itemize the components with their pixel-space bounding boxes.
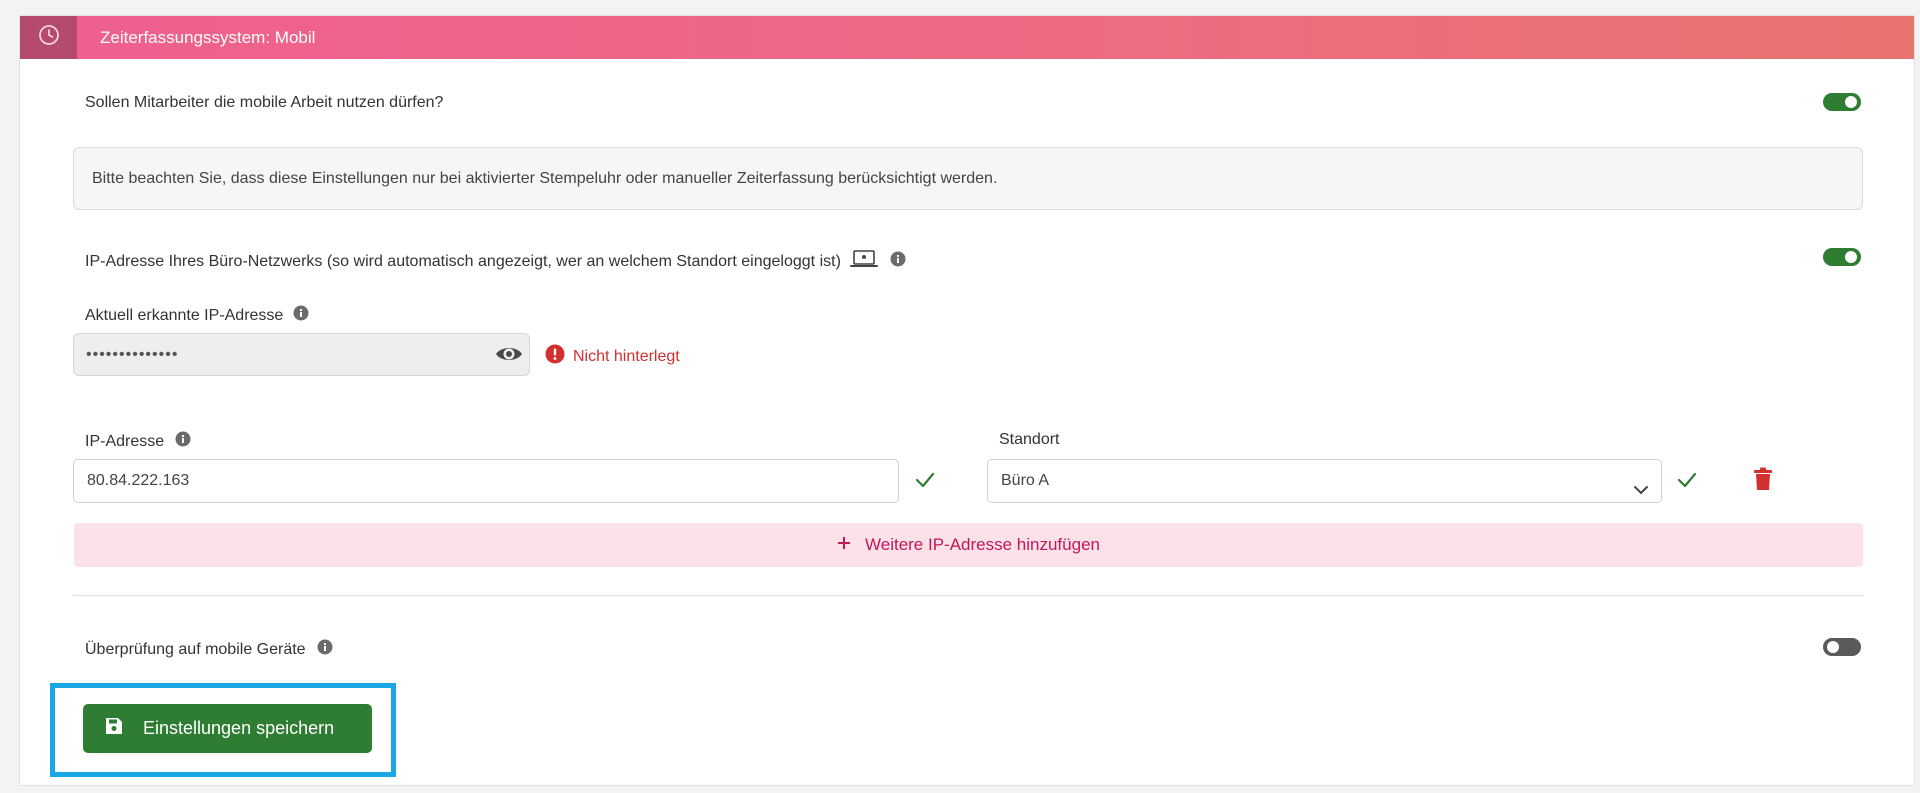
floppy-disk-icon <box>105 717 123 740</box>
office-network-label: IP-Adresse Ihres Büro-Netzwerks (so wird… <box>85 252 841 270</box>
info-notice: Bitte beachten Sie, dass diese Einstellu… <box>73 147 1863 210</box>
office-network-toggle[interactable] <box>1823 248 1861 266</box>
eye-icon[interactable] <box>495 344 523 369</box>
location-column-label: Standort <box>999 431 1060 448</box>
ip-info-icon[interactable] <box>175 431 191 452</box>
location-select-value: Büro A <box>1001 472 1050 489</box>
header-icon-box <box>20 16 77 59</box>
mobile-check-label: Überprüfung auf mobile Geräte <box>85 640 306 658</box>
detected-ip-status: Nicht hinterlegt <box>545 344 680 369</box>
add-ip-label: Weitere IP-Adresse hinzufügen <box>865 535 1100 554</box>
ip-column-header: IP-Adresse <box>85 431 191 452</box>
save-settings-label: Einstellungen speichern <box>143 718 335 738</box>
mobile-work-toggle[interactable] <box>1823 93 1861 111</box>
mobile-check-row: Überprüfung auf mobile Geräte <box>85 639 333 660</box>
ip-column-label: IP-Adresse <box>85 432 165 450</box>
ip-address-input[interactable]: 80.84.222.163 <box>73 459 899 503</box>
mobile-work-label: Sollen Mitarbeiter die mobile Arbeit nut… <box>85 94 444 111</box>
location-valid-check-icon <box>1677 471 1697 494</box>
plus-icon <box>837 535 851 555</box>
panel-title: Zeiterfassungssystem: Mobil <box>100 28 316 47</box>
panel-header: Zeiterfassungssystem: Mobil <box>20 16 1914 59</box>
error-icon <box>545 344 565 369</box>
office-network-row: IP-Adresse Ihres Büro-Netzwerks (so wird… <box>85 249 906 274</box>
status-text: Nicht hinterlegt <box>573 347 680 365</box>
detected-ip-label: Aktuell erkannte IP-Adresse <box>85 306 284 324</box>
detected-ip-row: Aktuell erkannte IP-Adresse <box>85 305 309 326</box>
location-select[interactable]: Büro A <box>987 459 1662 503</box>
mobile-check-info-icon[interactable] <box>317 639 333 660</box>
add-ip-button[interactable]: Weitere IP-Adresse hinzufügen <box>74 523 1863 567</box>
office-network-info-icon[interactable] <box>890 251 906 272</box>
clock-icon <box>38 24 60 51</box>
chevron-down-icon <box>1633 473 1649 515</box>
ip-valid-check-icon <box>915 471 935 494</box>
detected-ip-field[interactable]: •••••••••••••• <box>73 333 530 376</box>
divider <box>73 595 1864 596</box>
detected-ip-info-icon[interactable] <box>293 305 309 326</box>
save-settings-button[interactable]: Einstellungen speichern <box>83 704 372 753</box>
mobile-check-toggle[interactable] <box>1823 638 1861 656</box>
mobile-settings-panel: Zeiterfassungssystem: Mobil Sollen Mitar… <box>19 15 1915 786</box>
detected-ip-masked-value: •••••••••••••• <box>86 346 179 363</box>
laptop-icon <box>849 249 878 274</box>
trash-icon[interactable] <box>1753 467 1773 496</box>
